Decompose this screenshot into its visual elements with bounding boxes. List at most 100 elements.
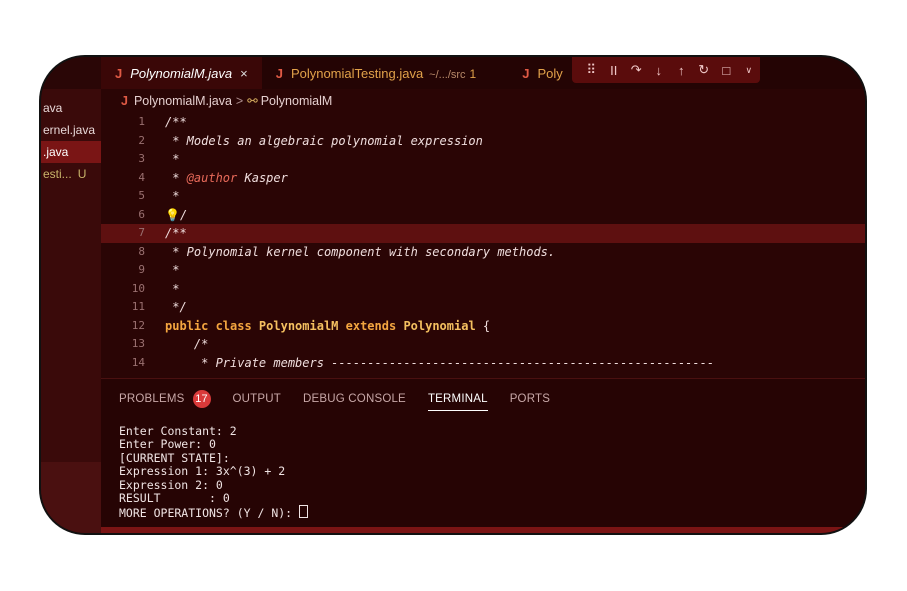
line-number: 7 bbox=[138, 226, 145, 239]
tab-polynomialtesting[interactable]: J PolynomialTesting.java ~/.../src 1 bbox=[262, 57, 491, 89]
step-out-icon[interactable]: ↑ bbox=[670, 63, 693, 78]
terminal-line: Expression 1: 3x^(3) + 2 bbox=[119, 464, 286, 479]
breadcrumb: J PolynomialM.java > ⚯ PolynomialM bbox=[101, 89, 865, 113]
tab-poly[interactable]: J Poly bbox=[508, 57, 577, 89]
explorer-item-label: esti... bbox=[43, 167, 72, 181]
java-file-icon: J bbox=[522, 66, 530, 81]
class-symbol-icon: ⚯ bbox=[247, 94, 258, 108]
line-number: 4 bbox=[138, 170, 145, 184]
tab-label: Poly bbox=[537, 66, 563, 81]
code-line: 14 * Private members -------------------… bbox=[101, 354, 865, 373]
terminal-line: Expression 2: 0 bbox=[119, 477, 223, 492]
code-comment: * bbox=[165, 170, 187, 185]
tab-debug-console[interactable]: DEBUG CONSOLE bbox=[303, 389, 406, 413]
sidebar-header bbox=[41, 57, 101, 89]
keyword: extends bbox=[338, 318, 404, 333]
code-line: 2 * Models an algebraic polynomial expre… bbox=[101, 132, 865, 151]
breadcrumb-symbol[interactable]: PolynomialM bbox=[261, 94, 333, 108]
terminal-line: [CURRENT STATE]: bbox=[119, 450, 230, 465]
breadcrumb-separator: > bbox=[235, 94, 244, 108]
java-file-icon: J bbox=[275, 66, 283, 81]
code-punctuation: { bbox=[475, 318, 491, 333]
code-text: 💡/ bbox=[165, 206, 187, 225]
code-text: * bbox=[165, 281, 180, 296]
code-text: * Polynomial kernel component with secon… bbox=[165, 244, 556, 259]
code-line-highlighted: 7 /** bbox=[101, 224, 865, 243]
code-line: 9 * bbox=[101, 261, 865, 280]
class-name: Polynomial bbox=[403, 318, 476, 333]
line-number: 1 bbox=[138, 115, 145, 128]
code-text: * bbox=[165, 189, 180, 203]
line-number: 14 bbox=[131, 355, 145, 369]
step-into-icon[interactable]: ↓ bbox=[648, 63, 671, 78]
terminal-prompt: MORE OPERATIONS? (Y / N): bbox=[119, 506, 300, 521]
code-comment: / bbox=[179, 207, 188, 222]
tab-ports[interactable]: PORTS bbox=[510, 389, 550, 413]
code-text: * Private members ----------------------… bbox=[165, 355, 715, 370]
code-text: public class PolynomialM extends Polynom… bbox=[165, 317, 490, 336]
pause-icon[interactable]: II bbox=[603, 63, 626, 78]
step-over-icon[interactable]: ↷ bbox=[625, 62, 648, 78]
tab-terminal[interactable]: TERMINAL bbox=[427, 389, 488, 413]
tab-path: ~/.../src bbox=[429, 69, 466, 81]
terminal-cursor[interactable] bbox=[299, 505, 309, 519]
code-editor[interactable]: 1/** 2 * Models an algebraic polynomial … bbox=[101, 113, 865, 378]
line-number: 5 bbox=[138, 189, 145, 202]
code-text: /** bbox=[165, 115, 187, 129]
line-number: 2 bbox=[138, 133, 145, 147]
code-line: 6 💡/ bbox=[101, 206, 865, 225]
tab-output[interactable]: OUTPUT bbox=[233, 389, 281, 413]
line-number: 10 bbox=[131, 281, 145, 295]
code-line: 4 * @author Kasper bbox=[101, 169, 865, 188]
java-file-icon: J bbox=[121, 94, 128, 108]
terminal-output[interactable]: Enter Constant: 2 Enter Power: 0 [CURRENT … bbox=[119, 424, 309, 521]
debug-toolbar: ⠿ II ↷ ↓ ↑ ↻ □ ∨ bbox=[572, 57, 760, 83]
code-text: * bbox=[165, 152, 180, 166]
explorer-item-active[interactable]: .java bbox=[41, 141, 101, 163]
tab-problems[interactable]: PROBLEMS 17 bbox=[119, 389, 211, 413]
java-file-icon: J bbox=[115, 66, 123, 81]
code-line: 5 * bbox=[101, 187, 865, 206]
code-line: 12 public class PolynomialM extends Polyn… bbox=[101, 317, 865, 336]
terminal-line: Enter Constant: 2 bbox=[119, 424, 237, 438]
code-comment: Kasper bbox=[237, 170, 288, 185]
panel-tabs: PROBLEMS 17 OUTPUT DEBUG CONSOLE TERMINAL… bbox=[119, 389, 550, 413]
line-number: 11 bbox=[131, 300, 145, 313]
breadcrumb-file[interactable]: PolynomialM.java bbox=[134, 94, 232, 108]
explorer-item-untracked[interactable]: esti... U bbox=[41, 163, 101, 185]
code-text: /* bbox=[165, 337, 209, 351]
vscode-window: ava ernel.java .java esti... U J Polynomia… bbox=[41, 57, 865, 533]
code-text: * @author Kasper bbox=[165, 169, 288, 188]
line-number: 13 bbox=[131, 337, 145, 350]
tab-polynomialm[interactable]: J PolynomialM.java × bbox=[101, 57, 262, 89]
drag-handle-icon[interactable]: ⠿ bbox=[580, 62, 603, 78]
explorer-sidebar: ava ernel.java .java esti... U bbox=[41, 57, 101, 533]
chevron-down-icon[interactable]: ∨ bbox=[738, 65, 761, 76]
code-line: 11 */ bbox=[101, 298, 865, 317]
code-line: 1 /** bbox=[101, 113, 865, 132]
terminal-line: Enter Power: 0 bbox=[119, 437, 216, 452]
git-untracked-badge: U bbox=[77, 167, 87, 181]
code-line: 8 * Polynomial kernel component with sec… bbox=[101, 243, 865, 262]
status-bar bbox=[101, 527, 865, 533]
javadoc-tag: @author bbox=[186, 170, 238, 185]
line-number: 6 bbox=[138, 207, 145, 221]
stop-icon[interactable]: □ bbox=[715, 63, 738, 78]
lightbulb-icon[interactable]: 💡 bbox=[165, 208, 180, 222]
code-text: * Models an algebraic polynomial express… bbox=[165, 133, 483, 148]
code-text: */ bbox=[165, 300, 187, 314]
explorer-item[interactable]: ernel.java bbox=[41, 119, 101, 141]
tab-label: PolynomialM.java bbox=[130, 66, 233, 81]
line-number: 12 bbox=[131, 318, 145, 332]
problems-count-badge: 17 bbox=[192, 390, 211, 408]
sidebar-lower-area bbox=[41, 462, 101, 533]
keyword: public class bbox=[165, 318, 259, 333]
explorer-item[interactable]: ava bbox=[41, 97, 101, 119]
code-text: /** bbox=[165, 226, 187, 240]
line-number: 8 bbox=[138, 244, 145, 258]
code-text: * bbox=[165, 263, 180, 277]
close-icon[interactable]: × bbox=[240, 66, 248, 81]
code-line: 13 /* bbox=[101, 335, 865, 354]
restart-icon[interactable]: ↻ bbox=[693, 62, 716, 78]
code-line: 10 * bbox=[101, 280, 865, 299]
